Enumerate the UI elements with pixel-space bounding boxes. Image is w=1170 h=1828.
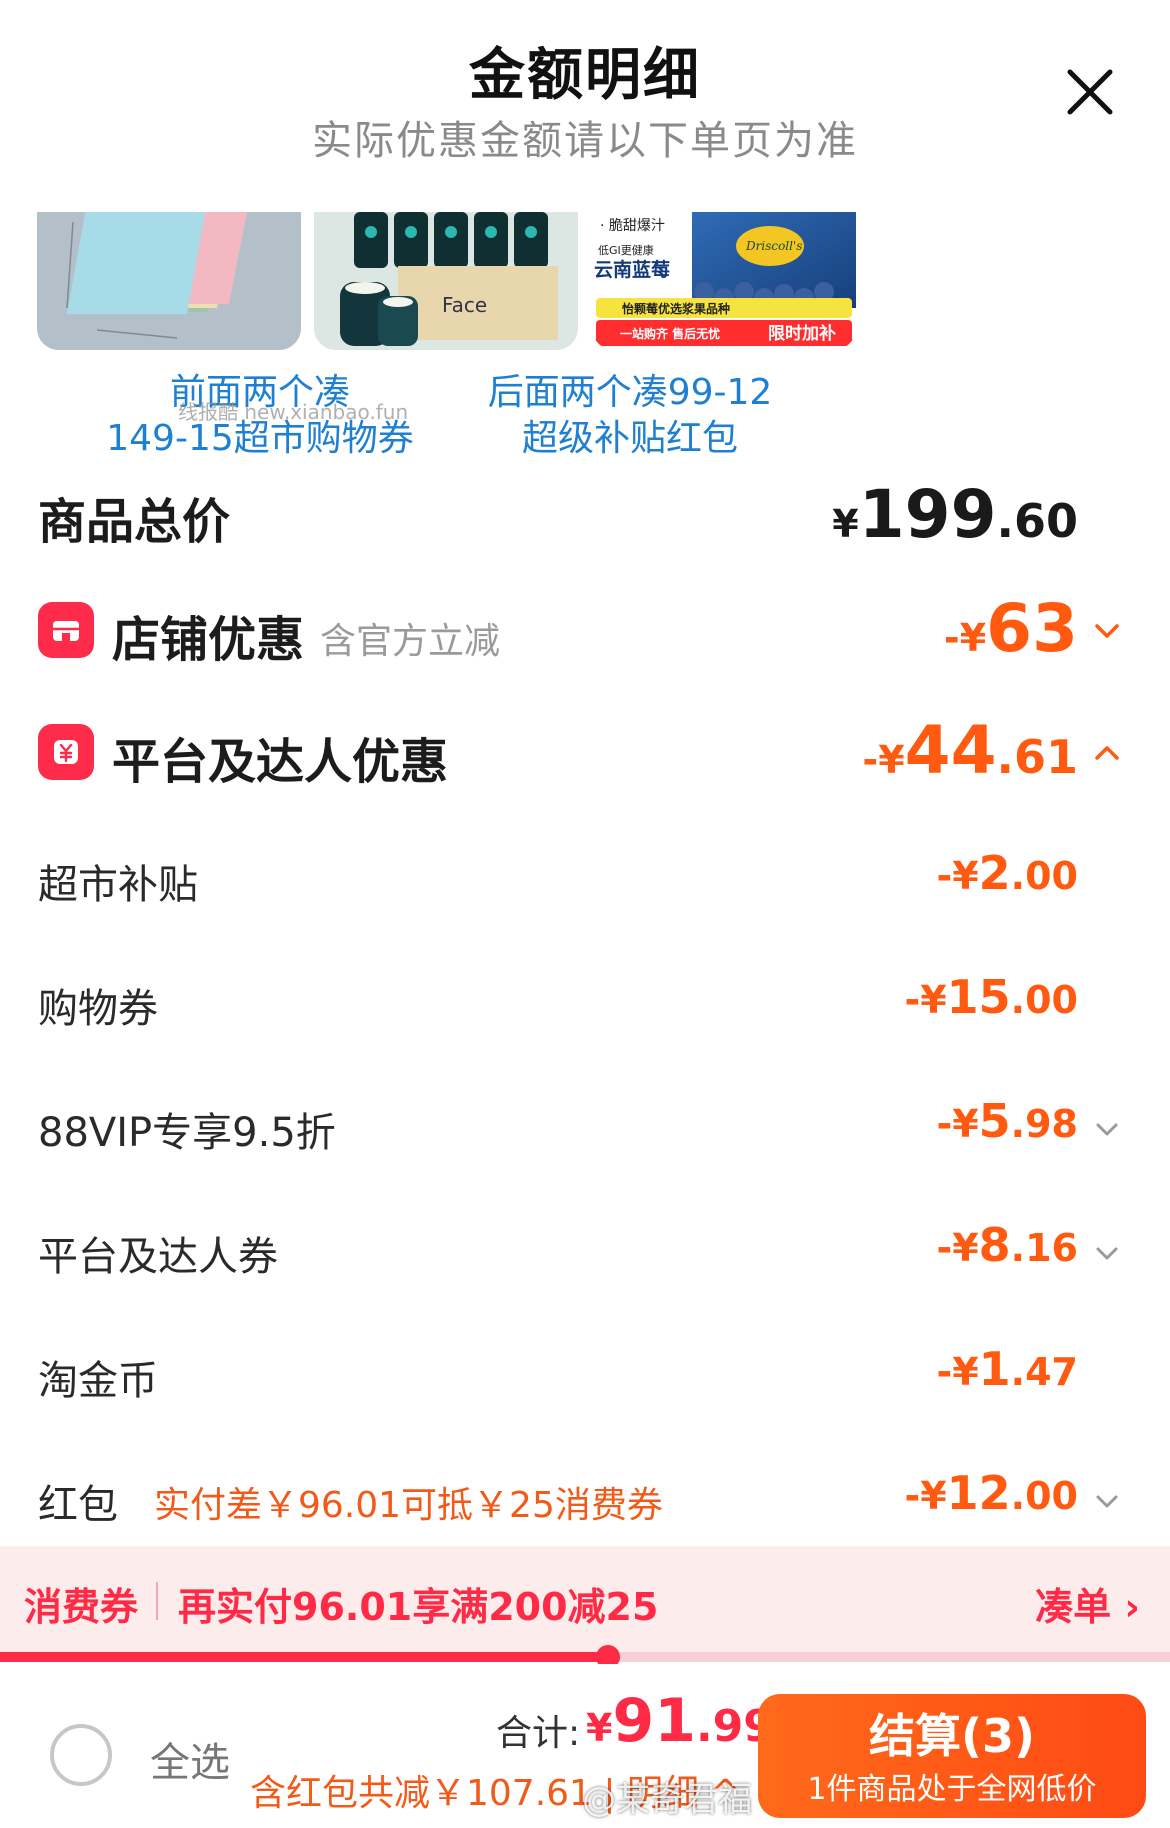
watermark: 线报酷 new.xianbao.fun: [178, 400, 409, 424]
platform-discount-row[interactable]: 平台及达人优惠 -¥44.61: [0, 712, 1170, 796]
detail-row[interactable]: 88VIP专享9.5折 -¥5.98: [0, 1094, 1170, 1164]
chevron-down-icon[interactable]: [1092, 1486, 1122, 1516]
select-all-radio[interactable]: [50, 1724, 112, 1786]
coupon-banner[interactable]: 消费券 再实付96.01享满200减25 凑单 ›: [0, 1546, 1170, 1656]
sticky-notes-image[interactable]: [37, 212, 301, 350]
checkout-button[interactable]: 结算(3) 1件商品处于全网低价: [758, 1694, 1146, 1818]
coupon-text: 再实付96.01享满200减25: [178, 1585, 659, 1629]
detail-label: 红包: [38, 1482, 118, 1528]
total-amount: ¥91.99: [586, 1686, 774, 1756]
shop-discount-label: 店铺优惠: [112, 612, 305, 668]
product-thumbnails: Face Driscoll's · 脆甜爆汁 低GI更健康 云南蓝莓 怡颗莓优选…: [0, 212, 1170, 352]
platform-discount-label: 平台及达人优惠: [112, 734, 449, 790]
sheet-header: 金额明细 实际优惠金额请以下单页为准: [0, 0, 1170, 200]
blueberry-image[interactable]: Driscoll's · 脆甜爆汁 低GI更健康 云南蓝莓 怡颗莓优选浆果品种 …: [592, 212, 856, 350]
progress-fill: [0, 1652, 609, 1662]
svg-text:一站购齐 售后无忧: 一站购齐 售后无忧: [620, 326, 720, 341]
detail-amount: -¥12.00: [904, 1466, 1078, 1520]
shop-discount-amount: -¥63: [943, 590, 1078, 667]
detail-amount: -¥8.16: [936, 1218, 1078, 1272]
detail-label: 淘金币: [38, 1358, 158, 1404]
checkout-footer: 全选 合计: ¥91.99 含红包共减￥107.61 | 明细 ^ 结算(3) …: [0, 1664, 1170, 1828]
coupon-yen-icon: [38, 724, 94, 780]
goods-total-row: 商品总价 ¥199.60: [0, 476, 1170, 556]
detail-row[interactable]: 红包 实付差￥96.01可抵￥25消费券 -¥12.00: [0, 1466, 1170, 1536]
detail-row: 超市补贴 -¥2.00: [0, 846, 1170, 916]
svg-text:· 脆甜爆汁: · 脆甜爆汁: [600, 217, 665, 234]
svg-text:低GI更健康: 低GI更健康: [598, 243, 654, 257]
add-items-link[interactable]: 凑单 ›: [1035, 1576, 1140, 1631]
chevron-down-icon[interactable]: [1092, 1114, 1122, 1144]
svg-text:怡颗莓优选浆果品种: 怡颗莓优选浆果品种: [622, 301, 730, 316]
svg-text:云南蓝莓: 云南蓝莓: [594, 258, 670, 281]
driscolls-logo-text: Driscoll's: [745, 239, 802, 253]
detail-amount: -¥1.47: [936, 1342, 1078, 1396]
detail-amount: -¥2.00: [936, 846, 1078, 900]
detail-amount: -¥15.00: [904, 970, 1078, 1024]
shop-icon: [38, 602, 94, 658]
shop-discount-row[interactable]: 店铺优惠 含官方立减 -¥63: [0, 590, 1170, 674]
svg-text:限时加补: 限时加补: [768, 323, 836, 344]
annotation-right: 后面两个凑99-12 超级补贴红包: [487, 372, 773, 459]
close-icon[interactable]: [1062, 64, 1118, 120]
detail-row: 购物券 -¥15.00: [0, 970, 1170, 1040]
detail-row[interactable]: 平台及达人券 -¥8.16: [0, 1218, 1170, 1288]
detail-label: 购物券: [38, 986, 158, 1032]
platform-discount-amount: -¥44.61: [862, 712, 1078, 789]
page-title: 金额明细: [469, 43, 701, 108]
chevron-down-icon[interactable]: [1092, 1238, 1122, 1268]
coupon-tag: 消费券: [24, 1585, 139, 1629]
total-label: 合计:: [496, 1713, 581, 1754]
checkout-label: 结算(3): [868, 1709, 1036, 1763]
goods-total-label: 商品总价: [38, 494, 231, 550]
chevron-down-icon[interactable]: [1092, 616, 1122, 646]
tissue-brand-text: Face: [442, 293, 487, 317]
detail-amount: -¥5.98: [936, 1094, 1078, 1148]
detail-label: 88VIP专享9.5折: [38, 1110, 336, 1156]
divider: [156, 1582, 158, 1620]
goods-total-amount: ¥199.60: [832, 476, 1078, 553]
detail-label: 平台及达人券: [38, 1234, 278, 1280]
select-all-label[interactable]: 全选: [150, 1730, 230, 1788]
detail-label: 超市补贴: [38, 862, 198, 908]
detail-row: 淘金币 -¥1.47: [0, 1342, 1170, 1412]
tissue-pack-image[interactable]: Face: [314, 212, 578, 350]
checkout-sublabel: 1件商品处于全网低价: [807, 1772, 1097, 1807]
chevron-up-icon[interactable]: [1092, 738, 1122, 768]
weibo-watermark: @某奇君福: [582, 1780, 752, 1820]
page-subtitle: 实际优惠金额请以下单页为准: [312, 118, 858, 164]
coupon-progress-bar: [0, 1645, 1170, 1669]
shop-discount-note: 含官方立减: [320, 621, 501, 662]
red-packet-note: 实付差￥96.01可抵￥25消费券: [154, 1485, 663, 1526]
